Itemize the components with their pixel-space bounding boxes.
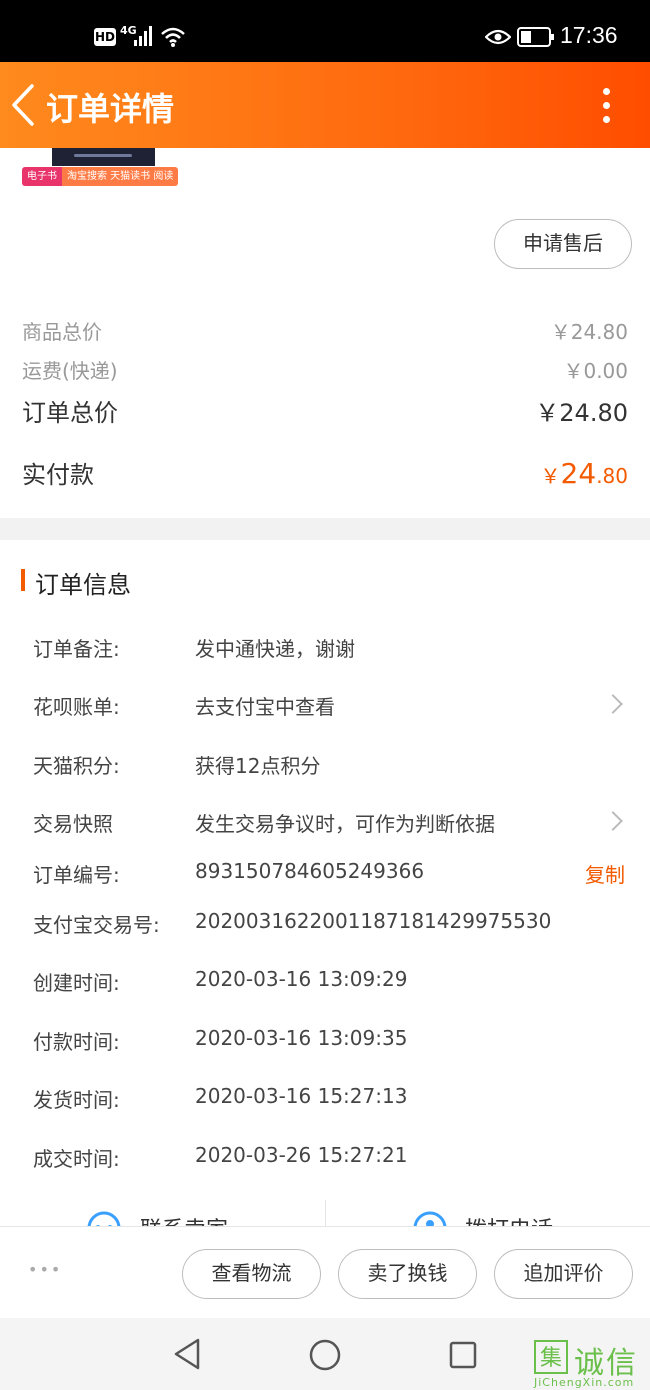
ebook-tag: 电子书 <box>22 167 62 186</box>
nav-home-icon[interactable] <box>308 1338 342 1372</box>
resell-button[interactable]: 卖了换钱 <box>338 1249 477 1299</box>
paid-decimal: .80 <box>596 464 628 488</box>
shipped-label: 发货时间: <box>33 1088 120 1112</box>
view-logistics-button[interactable]: 查看物流 <box>182 1249 321 1299</box>
alipay-trade-value: 2020031622001187181429975530 <box>195 909 552 933</box>
created-label: 创建时间: <box>33 971 120 995</box>
contact-row: 联系卖家 拨打电话 <box>0 1196 650 1228</box>
clock: 17:36 <box>560 22 618 48</box>
huabei-label: 花呗账单: <box>33 695 120 719</box>
goods-total-row: 商品总价 ￥24.80 <box>22 316 628 345</box>
copy-button[interactable]: 复制 <box>585 859 625 888</box>
snapshot-label: 交易快照 <box>33 812 113 836</box>
back-icon[interactable] <box>10 84 36 126</box>
goods-total-label: 商品总价 <box>22 320 102 344</box>
paid-currency: ￥ <box>540 464 561 488</box>
page-title: 订单详情 <box>46 90 175 128</box>
order-total-value: ￥24.80 <box>535 399 628 427</box>
search-tag: 淘宝搜索 天猫读书 阅读 <box>62 167 179 186</box>
completed-label: 成交时间: <box>33 1147 120 1171</box>
more-actions-icon[interactable]: ••• <box>28 1260 62 1279</box>
paid-amount: ￥24.80 <box>541 457 628 490</box>
paid-label: 实付款 <box>22 461 94 489</box>
watermark-logo: 集 诚信 JiChengXin.com <box>532 1338 650 1390</box>
wifi-icon <box>161 27 185 47</box>
created-value: 2020-03-16 13:09:29 <box>195 967 408 991</box>
after-sale-button[interactable]: 申请售后 <box>494 219 632 269</box>
huabei-value: 去支付宝中查看 <box>195 695 335 719</box>
points-label: 天猫积分: <box>33 754 120 778</box>
watermark-url: JiChengXin.com <box>534 1376 635 1389</box>
order-info-title: 订单信息 <box>35 571 131 599</box>
paid-row: 实付款 ￥24.80 <box>22 455 628 490</box>
bottom-action-bar: ••• 查看物流 卖了换钱 追加评价 <box>0 1226 650 1319</box>
more-menu-icon[interactable] <box>603 88 610 130</box>
paid-integer: 24 <box>560 457 597 490</box>
note-label: 订单备注: <box>33 637 120 661</box>
section-accent-bar <box>21 569 25 591</box>
add-review-button[interactable]: 追加评价 <box>494 1249 633 1299</box>
alipay-trade-label: 支付宝交易号: <box>33 913 160 937</box>
order-number-value: 893150784605249366 <box>195 859 425 883</box>
nav-back-icon[interactable] <box>170 1336 204 1372</box>
shipping-label: 运费(快递) <box>22 359 118 383</box>
goods-total-value: ￥24.80 <box>550 320 628 344</box>
paid-time-label: 付款时间: <box>33 1030 120 1054</box>
signal-icon <box>134 26 152 46</box>
order-total-label: 订单总价 <box>22 399 118 427</box>
title-bar: 订单详情 <box>0 62 650 148</box>
status-bar: HD 4G 17:36 <box>0 0 650 62</box>
completed-value: 2020-03-26 15:27:21 <box>195 1143 408 1167</box>
paid-time-value: 2020-03-16 13:09:35 <box>195 1026 408 1050</box>
note-value: 发中通快递，谢谢 <box>195 637 355 661</box>
order-total-row: 订单总价 ￥24.80 <box>22 393 628 428</box>
shipping-row: 运费(快递) ￥0.00 <box>22 355 628 384</box>
eye-icon <box>485 29 511 45</box>
snapshot-value: 发生交易争议时，可作为判断依据 <box>195 812 495 836</box>
points-value: 获得12点积分 <box>195 754 321 778</box>
section-divider <box>0 518 650 540</box>
shipping-value: ￥0.00 <box>563 359 628 383</box>
order-number-label: 订单编号: <box>33 863 120 887</box>
battery-icon <box>517 27 554 47</box>
shipped-value: 2020-03-16 15:27:13 <box>195 1084 408 1108</box>
watermark-char: 集 <box>534 1340 568 1374</box>
product-thumbnail[interactable] <box>52 148 155 166</box>
product-tag: 电子书 淘宝搜索 天猫读书 阅读 <box>22 167 179 186</box>
nav-recents-icon[interactable] <box>448 1340 478 1370</box>
hd-badge: HD <box>94 28 116 46</box>
